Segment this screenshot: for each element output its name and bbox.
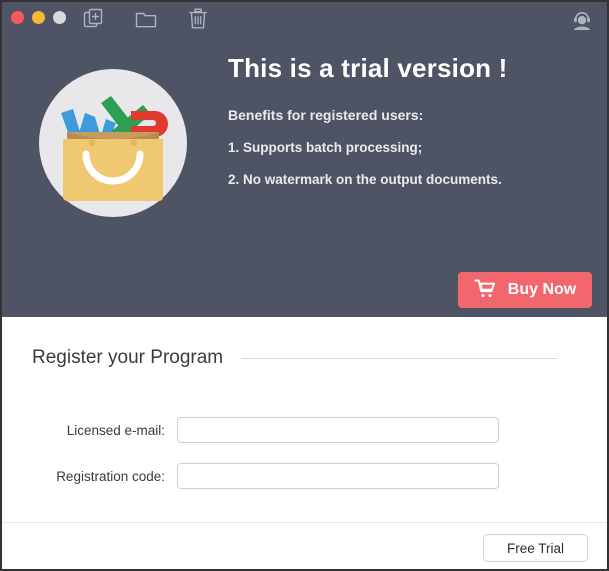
registration-code-input[interactable] <box>177 463 499 489</box>
register-section: Register your Program Licensed e-mail: R… <box>2 317 607 522</box>
licensed-email-label: Licensed e-mail: <box>66 422 165 438</box>
trash-icon[interactable] <box>186 7 210 31</box>
shopping-bag-office-docs-icon <box>39 69 187 217</box>
titlebar <box>2 2 607 35</box>
licensed-email-row: Licensed e-mail: <box>32 417 572 443</box>
zoom-window-button[interactable] <box>53 11 66 24</box>
buy-now-label: Buy Now <box>507 281 577 298</box>
buy-now-button[interactable]: Buy Now <box>458 272 592 308</box>
hero-text-block: This is a trial version ! Benefits for r… <box>228 51 588 187</box>
register-heading: Register your Program <box>32 347 224 368</box>
page-title: This is a trial version ! <box>228 53 508 83</box>
section-divider <box>241 357 557 359</box>
trial-banner-panel: This is a trial version ! Benefits for r… <box>2 2 607 317</box>
register-heading-row: Register your Program <box>32 347 557 369</box>
benefits-heading: Benefits for registered users: <box>228 107 424 123</box>
free-trial-button[interactable]: Free Trial <box>483 534 588 562</box>
close-window-button[interactable] <box>11 11 24 24</box>
shopping-cart-icon <box>474 279 496 302</box>
traffic-light-group <box>11 11 66 24</box>
registration-code-row: Registration code: <box>32 463 572 489</box>
registration-code-label: Registration code: <box>56 468 165 484</box>
benefit-item: 2. No watermark on the output documents. <box>228 172 502 187</box>
footer-bar: Free Trial <box>2 522 607 569</box>
support-agent-icon[interactable] <box>571 8 593 30</box>
licensed-email-input[interactable] <box>177 417 499 443</box>
benefit-item: 1. Supports batch processing; <box>228 140 423 155</box>
application-window: This is a trial version ! Benefits for r… <box>0 0 609 571</box>
minimize-window-button[interactable] <box>32 11 45 24</box>
open-folder-icon[interactable] <box>134 7 158 31</box>
add-document-icon[interactable] <box>82 7 106 31</box>
toolbar <box>82 7 210 31</box>
